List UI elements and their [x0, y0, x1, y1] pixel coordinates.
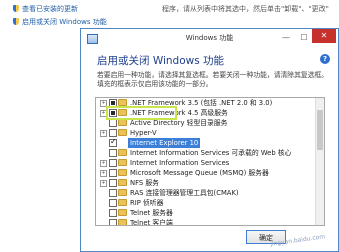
folder-icon [118, 219, 127, 225]
folder-icon [118, 119, 127, 126]
feature-row[interactable]: + Microsoft Message Queue (MSMQ) 服务器 [96, 168, 324, 178]
help-icon[interactable]: ? [320, 54, 330, 64]
folder-icon [118, 129, 127, 136]
feature-label: .NET Framework 3.5 (包括 .NET 2.0 和 3.0) [130, 99, 273, 107]
folder-icon [118, 209, 127, 216]
feature-checkbox[interactable] [109, 179, 117, 187]
scrollbar-thumb[interactable] [317, 110, 323, 150]
folder-icon [118, 189, 127, 196]
feature-row[interactable]: Telnet 客户端 [96, 218, 324, 226]
background-instruction-text: 程序，请从列表中将其选中，然后单击"卸载"、"更改" [162, 5, 329, 13]
feature-row[interactable]: Internet Information Services 可承载的 Web 核… [96, 148, 324, 158]
folder-icon [118, 109, 127, 116]
vertical-scrollbar[interactable] [315, 98, 324, 225]
maximize-button[interactable]: ☐ [298, 32, 310, 44]
title-bar[interactable]: Windows 功能 — ☐ ✕ [81, 29, 338, 49]
expand-icon[interactable]: + [100, 130, 107, 137]
feature-row[interactable]: Active Directory 轻型目录服务 [96, 118, 324, 128]
folder-icon [118, 159, 127, 166]
feature-checkbox[interactable] [109, 137, 117, 147]
feature-label: Hyper-V [130, 129, 157, 137]
feature-checkbox[interactable] [109, 209, 117, 217]
feature-checkbox[interactable] [109, 199, 117, 207]
feature-row[interactable]: RAS 连接管理器管理工具包(CMAK) [96, 188, 324, 198]
feature-checkbox[interactable] [109, 109, 117, 117]
feature-checkbox[interactable] [109, 169, 117, 177]
feature-label: RAS 连接管理器管理工具包(CMAK) [130, 189, 239, 197]
close-button[interactable]: ✕ [312, 29, 336, 43]
feature-checkbox[interactable] [109, 219, 117, 225]
expand-icon[interactable]: + [100, 160, 107, 167]
feature-row[interactable]: Telnet 服务器 [96, 208, 324, 218]
feature-label: Internet Explorer 10 [128, 138, 201, 148]
feature-label: Internet Information Services 可承载的 Web 核… [130, 149, 292, 157]
feature-checkbox[interactable] [109, 119, 117, 127]
feature-checkbox[interactable] [109, 149, 117, 157]
feature-checkbox[interactable] [109, 129, 117, 137]
feature-label: Telnet 服务器 [130, 209, 173, 217]
feature-label: RIP 侦听器 [130, 199, 164, 207]
folder-icon [118, 149, 127, 156]
feature-label: Active Directory 轻型目录服务 [130, 119, 228, 127]
expand-icon[interactable]: + [100, 110, 107, 117]
feature-row[interactable]: + Hyper-V [96, 128, 324, 138]
description-text: 若要启用一种功能，请选择其复选框。若要关闭一种功能，请清除其复选框。填充的框表示… [97, 71, 329, 88]
feature-row[interactable]: + Internet Information Services [96, 158, 324, 168]
expand-icon[interactable]: + [100, 100, 107, 107]
feature-row[interactable]: + .NET Framework 4.5 高级服务 [96, 108, 324, 118]
shield-icon [13, 5, 19, 12]
shield-icon [13, 18, 19, 25]
feature-label: Microsoft Message Queue (MSMQ) 服务器 [130, 169, 269, 177]
folder-icon [118, 199, 127, 206]
page-title: 启用或关闭 Windows 功能 [97, 55, 225, 67]
feature-row[interactable]: RIP 侦听器 [96, 198, 324, 208]
expand-icon[interactable]: + [100, 180, 107, 187]
turn-windows-features-link[interactable]: 启用或关闭 Windows 功能 [13, 17, 107, 27]
feature-label: Telnet 客户端 [130, 219, 173, 226]
folder-icon [118, 99, 127, 106]
feature-row[interactable]: + .NET Framework 3.5 (包括 .NET 2.0 和 3.0) [96, 98, 324, 108]
expand-icon[interactable]: + [100, 170, 107, 177]
link-label: 启用或关闭 Windows 功能 [22, 18, 107, 26]
feature-row[interactable]: Internet Explorer 10 [96, 137, 324, 148]
features-tree[interactable]: + .NET Framework 3.5 (包括 .NET 2.0 和 3.0) +… [95, 97, 325, 226]
link-label: 查看已安装的更新 [22, 5, 78, 13]
feature-checkbox[interactable] [109, 159, 117, 167]
folder-icon [118, 169, 127, 176]
feature-label: .NET Framework 4.5 高级服务 [130, 109, 228, 117]
folder-icon [118, 179, 127, 186]
view-installed-updates-link[interactable]: 查看已安装的更新 [13, 4, 78, 14]
feature-label: NFS 服务 [130, 179, 159, 187]
feature-checkbox[interactable] [109, 99, 117, 107]
minimize-button[interactable]: — [280, 32, 292, 44]
feature-checkbox[interactable] [109, 189, 117, 197]
windows-features-dialog: Windows 功能 — ☐ ✕ 启用或关闭 Windows 功能 ? 若要启用… [80, 28, 339, 252]
feature-row[interactable]: + NFS 服务 [96, 178, 324, 188]
feature-label: Internet Information Services [130, 159, 230, 167]
